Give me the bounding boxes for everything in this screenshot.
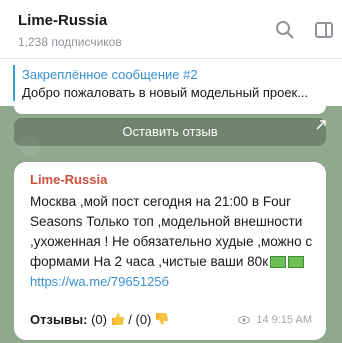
channel-title[interactable]: Lime-Russia [18,12,107,29]
message-time: 9:15 AM [271,314,312,326]
comment-button[interactable]: Оставить отзыв [14,118,326,146]
reactions-down-count: (0) [135,312,152,327]
message-link[interactable]: https://wa.me/7965125б [30,274,169,289]
reactions-label: Отзывы: [30,312,88,327]
pinned-title: Закреплённое сообщение #2 [22,67,198,82]
subscriber-count: 1,238 подписчиков [18,35,122,49]
message-body: Москва ,мой пост сегодня на 21:00 в Four… [30,192,318,272]
view-count: 14 [256,314,269,326]
message-meta: 14 9:15 AM [238,314,312,326]
reactions-row: Отзывы: (0) / (0) [30,312,169,327]
money-icon [288,256,305,269]
sidebar-toggle-icon[interactable] [314,20,334,40]
chat-header: Lime-Russia 1,238 подписчиков [0,0,342,58]
reactions-up-count: (0) [91,312,107,327]
reactions-separator: / [128,312,132,327]
pinned-text: Добро пожаловать в новый модельный проек… [22,85,309,100]
chat-area: Оставить отзыв Lime-Russia Москва ,мой п… [0,106,342,343]
pinned-bar [13,65,15,101]
search-icon[interactable] [275,20,295,40]
pinned-message[interactable]: Закреплённое сообщение #2 Добро пожалова… [0,58,342,107]
money-icon [270,256,287,269]
thumbs-up-icon[interactable] [111,312,125,326]
eye-icon [238,316,251,325]
message-bubble: Lime-Russia Москва ,мой пост сегодня на … [14,162,326,340]
thumbs-down-icon[interactable] [155,312,169,326]
message-sender[interactable]: Lime-Russia [30,172,107,187]
share-icon[interactable] [316,120,326,130]
previous-message-bottom [14,106,326,114]
